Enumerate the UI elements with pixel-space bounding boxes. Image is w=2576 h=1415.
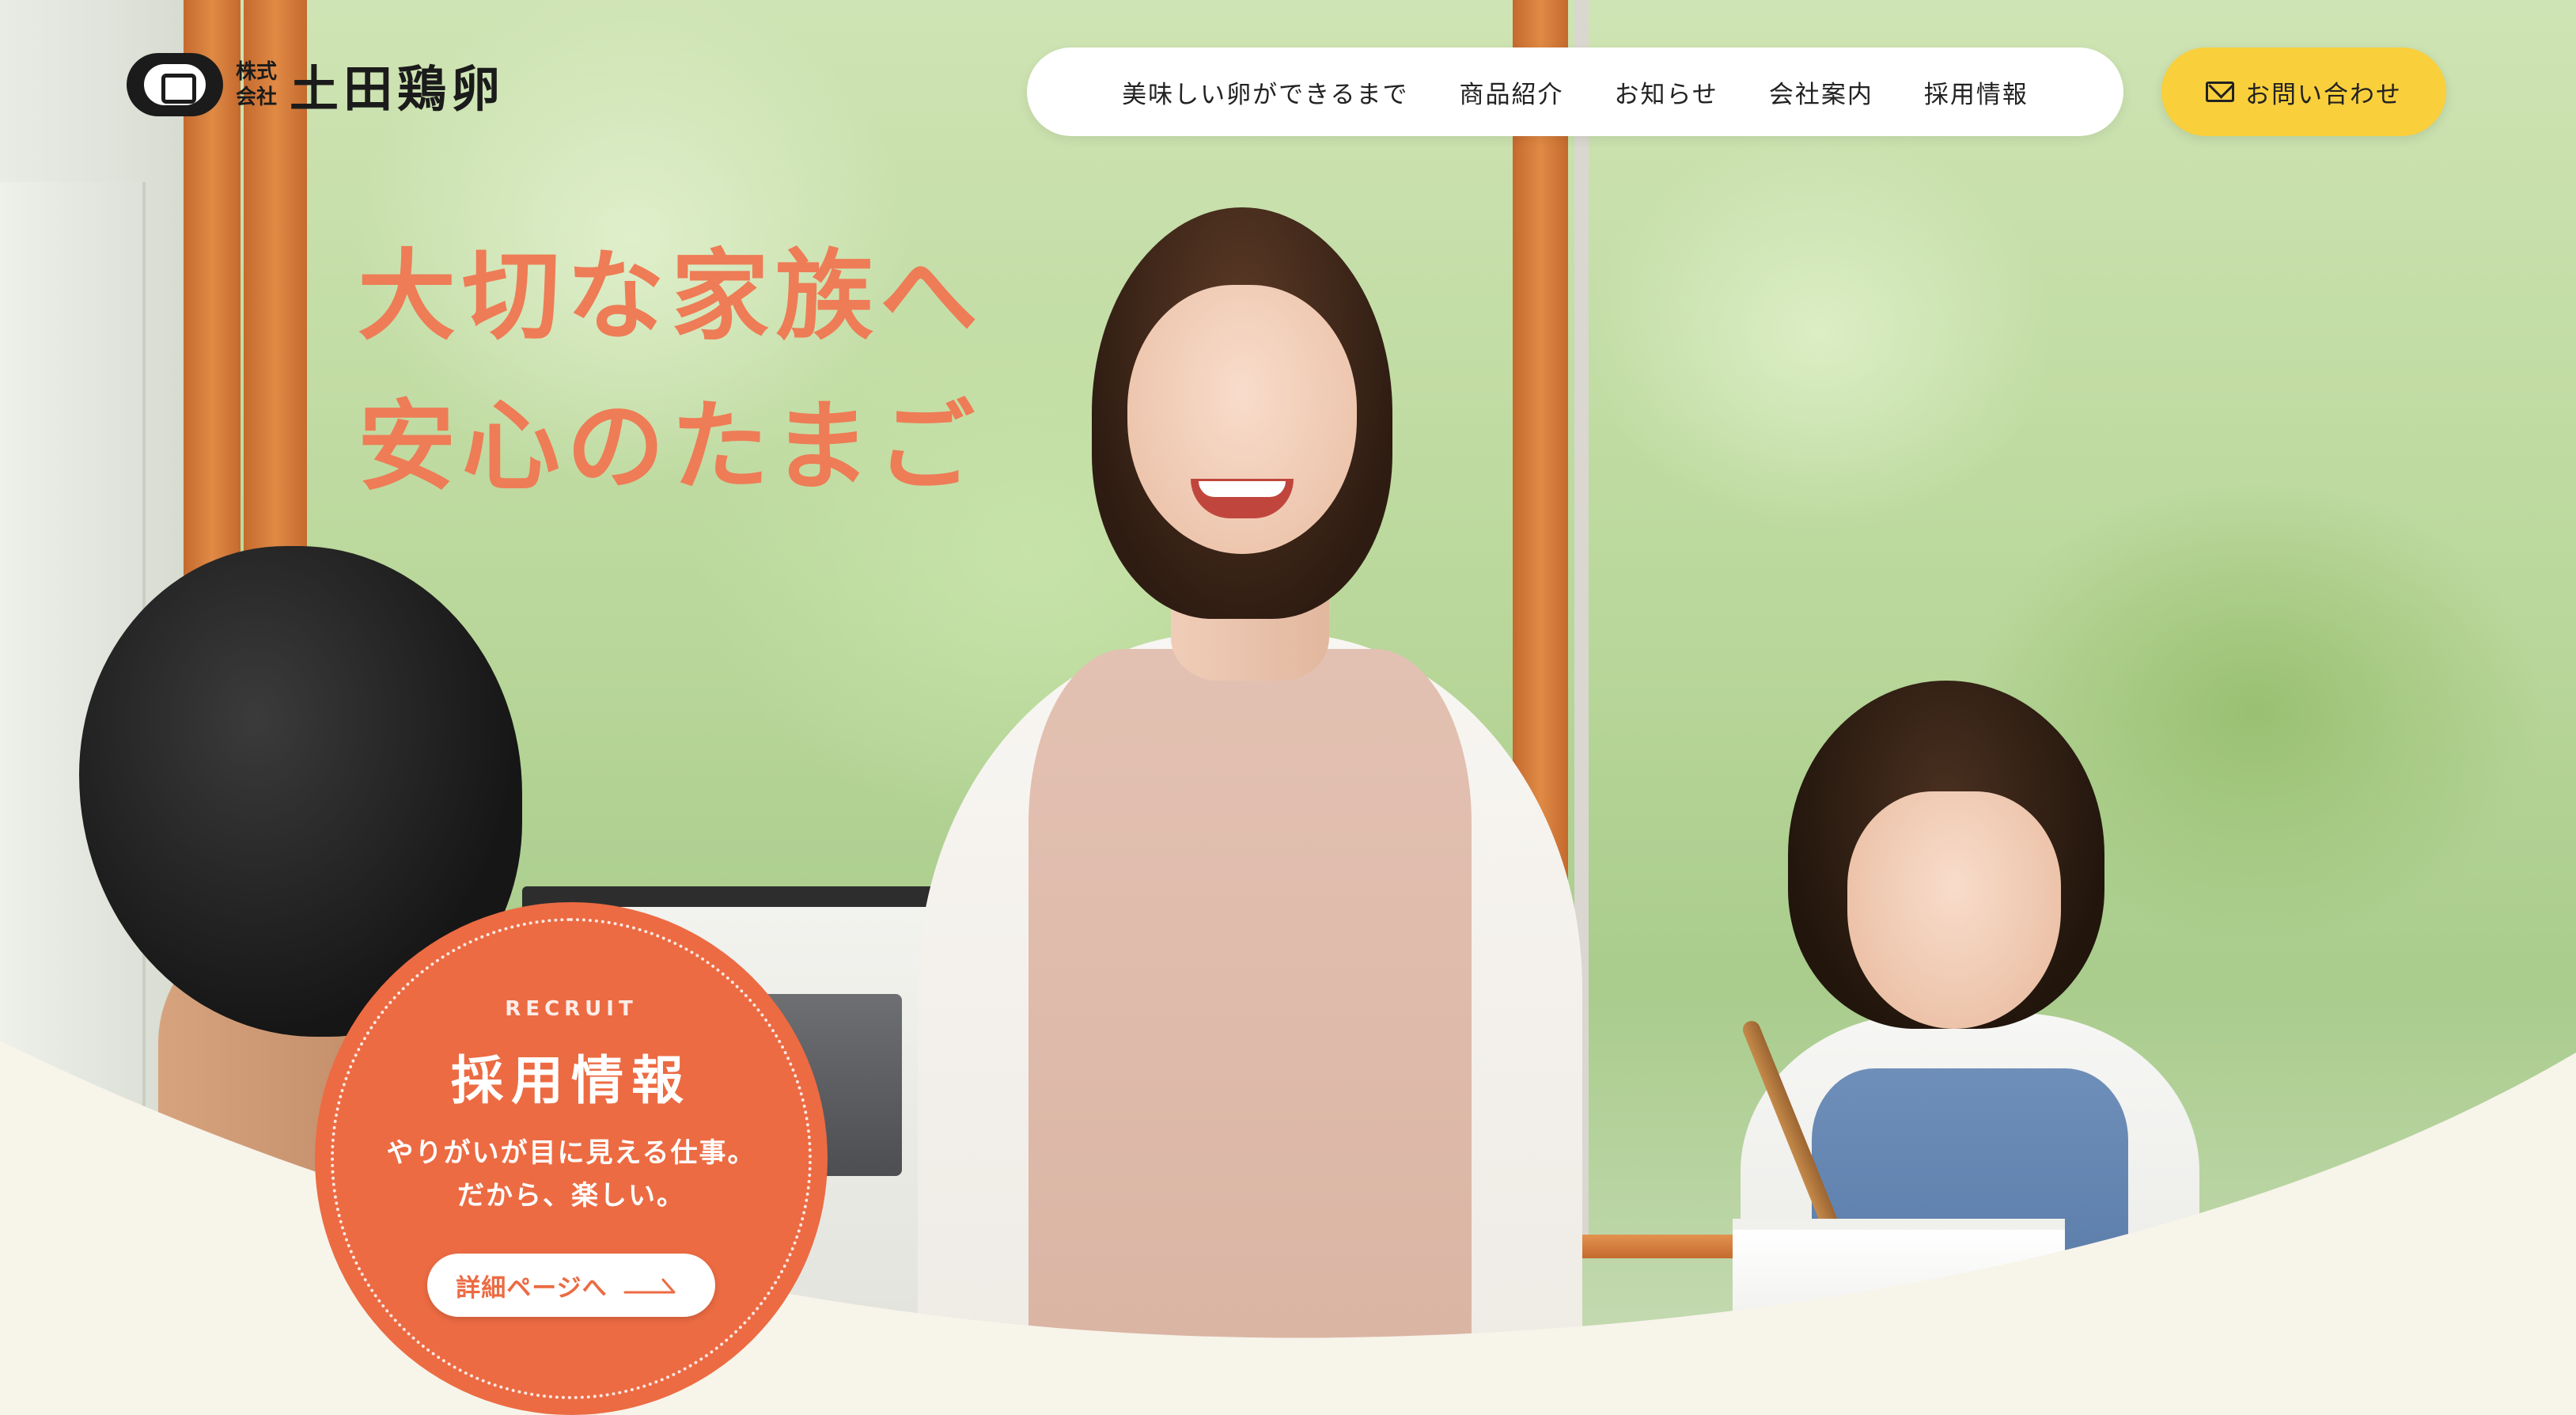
mail-icon [2206,82,2234,102]
recruit-en-label: RECRUIT [505,997,638,1021]
logo-company-name: 土田鶏卵 [290,60,506,118]
nav-item-process[interactable]: 美味しい卵ができるまで [1122,74,1408,110]
global-nav: 美味しい卵ができるまで 商品紹介 お知らせ 会社案内 採用情報 [1027,47,2123,136]
recruit-badge[interactable]: RECRUIT 採用情報 やりがいが目に見える仕事。 だから、楽しい。 詳細ペー… [315,902,828,1415]
recruit-text-line-2: だから、楽しい。 [457,1180,685,1212]
hero-catch-copy: 大切な家族へ 安心のたまご [358,222,984,522]
egg-logo-icon [127,53,223,116]
nav-item-company[interactable]: 会社案内 [1769,74,1873,110]
catch-line-1: 大切な家族へ [358,240,985,354]
recruit-detail-button-label: 詳細ページへ [456,1273,608,1303]
logo-company-type: 株式 会社 [236,62,277,108]
nav-item-products[interactable]: 商品紹介 [1460,74,1564,110]
logo-small-bottom: 会社 [236,85,278,109]
contact-button[interactable]: お問い合わせ [2161,47,2446,136]
recruit-description: やりがいが目に見える仕事。 だから、楽しい。 [315,1132,828,1217]
recruit-title: 採用情報 [451,1050,691,1111]
recruit-text-line-1: やりがいが目に見える仕事。 [386,1137,756,1169]
company-logo[interactable]: 株式 会社 土田鶏卵 [127,49,505,120]
catch-line-2: 安心のたまご [358,390,982,504]
nav-item-news[interactable]: お知らせ [1615,74,1718,110]
arrow-right-icon [623,1278,676,1294]
contact-button-label: お問い合わせ [2245,80,2402,109]
recruit-detail-button[interactable]: 詳細ページへ [427,1254,715,1317]
logo-small-top: 株式 [236,60,278,84]
nav-item-recruit[interactable]: 採用情報 [1924,74,2029,110]
